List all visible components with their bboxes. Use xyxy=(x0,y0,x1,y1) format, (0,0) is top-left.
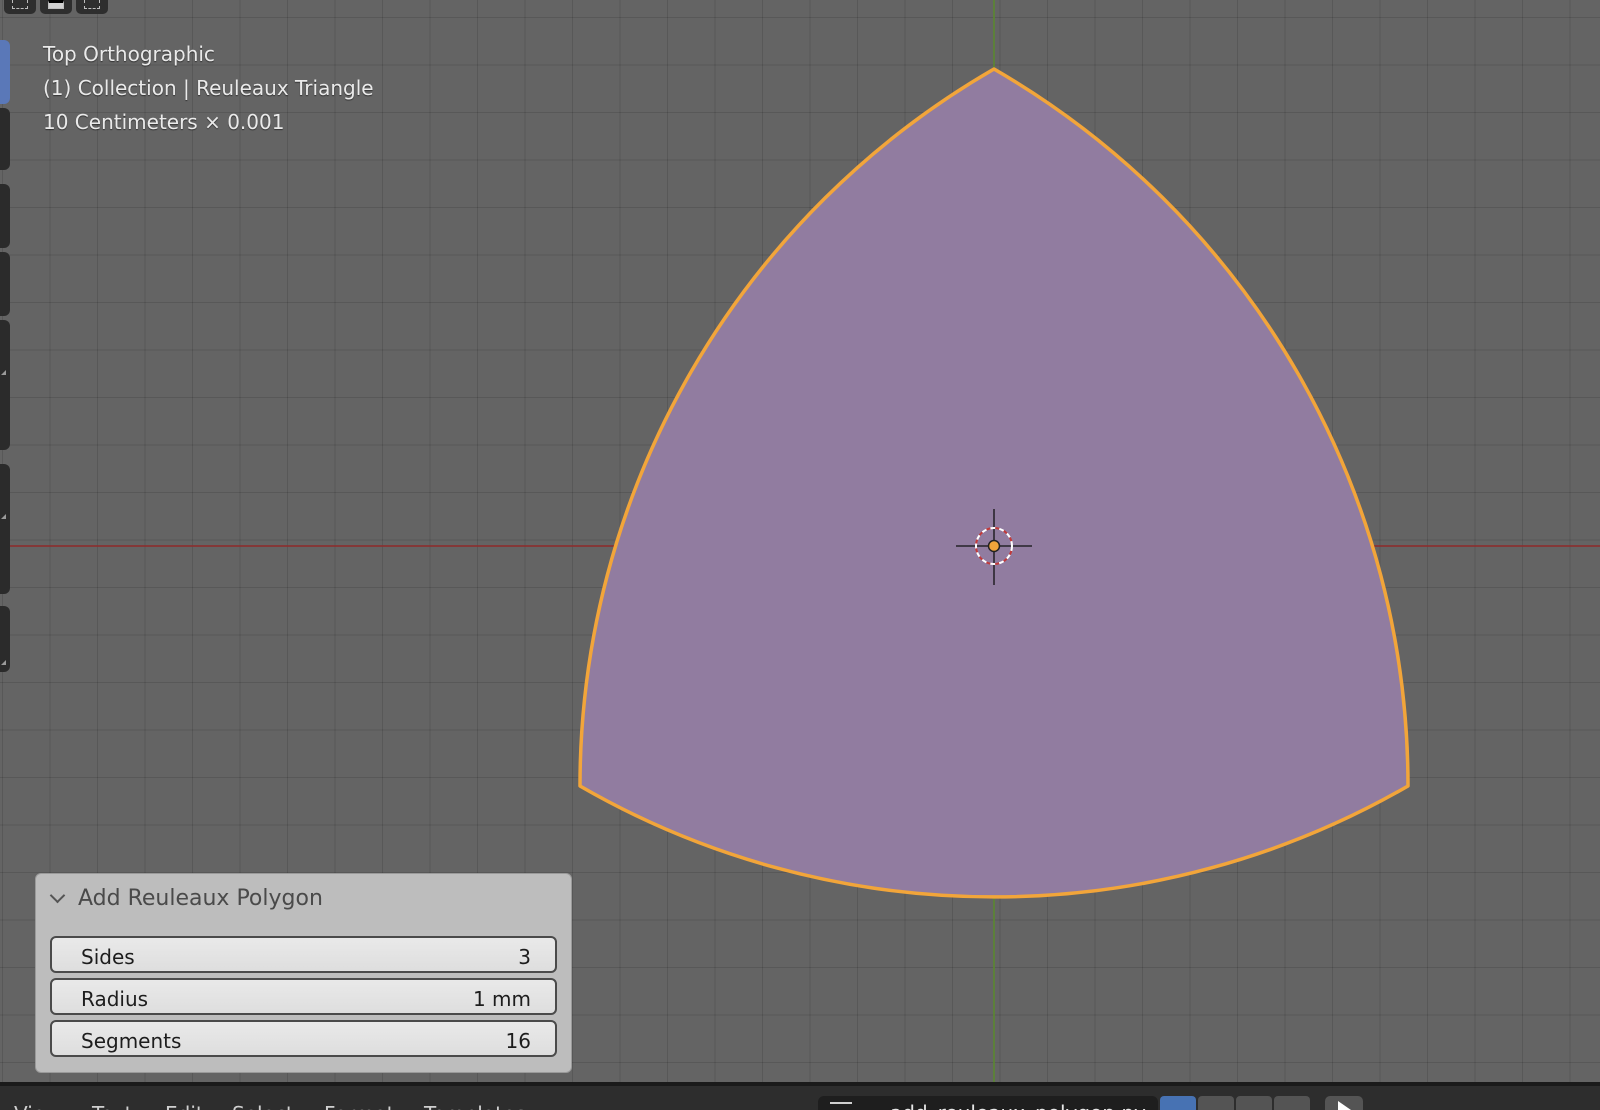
segments-value: 16 xyxy=(505,1029,531,1053)
toolbar-tool-3[interactable] xyxy=(0,184,10,248)
collection-object-label: (1) Collection | Reuleaux Triangle xyxy=(43,76,374,100)
toolbar-tool-5[interactable] xyxy=(0,320,10,450)
3d-viewport[interactable]: Top Orthographic (1) Collection | Reulea… xyxy=(0,0,1600,1082)
menu-templates[interactable]: Templates xyxy=(424,1102,526,1110)
chevron-down-icon[interactable] xyxy=(49,887,66,904)
sides-value: 3 xyxy=(518,945,531,969)
text-list-icon[interactable] xyxy=(830,1102,852,1110)
segments-field[interactable]: Segments 16 xyxy=(50,1020,557,1057)
grid-scale-label: 10 Centimeters × 0.001 xyxy=(43,110,285,134)
select-subtract-icon[interactable] xyxy=(76,0,108,14)
reuleaux-triangle-mesh[interactable] xyxy=(578,67,1410,899)
toolbar-corner-mark xyxy=(1,514,6,519)
text-editor-header: View Text Edit Select Format Templates a… xyxy=(0,1082,1600,1110)
menu-edit[interactable]: Edit xyxy=(165,1102,204,1110)
view-name-label: Top Orthographic xyxy=(43,42,215,66)
toolbar-tool-6[interactable] xyxy=(0,464,10,594)
toolbar-tool-4[interactable] xyxy=(0,252,10,316)
radius-label: Radius xyxy=(81,987,149,1011)
toolbar-select-tool[interactable] xyxy=(0,40,10,104)
select-box-icon[interactable] xyxy=(4,0,36,14)
menu-text[interactable]: Text xyxy=(92,1102,132,1110)
operator-panel-title: Add Reuleaux Polygon xyxy=(78,886,323,911)
toolbar-corner-mark xyxy=(1,370,6,375)
toolbar-tool-2[interactable] xyxy=(0,108,10,170)
fake-user-shield-icon[interactable] xyxy=(1160,1096,1196,1110)
toolbar-corner-mark xyxy=(1,660,6,665)
text-file-name[interactable]: add_reuleaux_polygon.py xyxy=(890,1101,1146,1110)
sides-field[interactable]: Sides 3 xyxy=(50,936,557,973)
menu-select[interactable]: Select xyxy=(232,1102,294,1110)
redo-last-operator-panel: Add Reuleaux Polygon Sides 3 Radius 1 mm… xyxy=(35,873,572,1073)
open-folder-icon[interactable] xyxy=(1236,1096,1272,1110)
close-icon[interactable] xyxy=(1274,1096,1310,1110)
run-script-icon[interactable] xyxy=(1325,1096,1363,1110)
origin-dot-icon xyxy=(987,539,1001,553)
menu-format[interactable]: Format xyxy=(324,1102,394,1110)
new-text-icon[interactable] xyxy=(1198,1096,1234,1110)
operator-panel-header[interactable]: Add Reuleaux Polygon xyxy=(36,874,571,924)
sides-label: Sides xyxy=(81,945,135,969)
text-datablock-selector[interactable]: add_reuleaux_polygon.py xyxy=(818,1096,1158,1110)
select-extend-icon[interactable] xyxy=(40,0,72,14)
segments-label: Segments xyxy=(81,1029,182,1053)
radius-value: 1 mm xyxy=(472,987,531,1011)
menu-view[interactable]: View xyxy=(14,1102,61,1110)
radius-field[interactable]: Radius 1 mm xyxy=(50,978,557,1015)
